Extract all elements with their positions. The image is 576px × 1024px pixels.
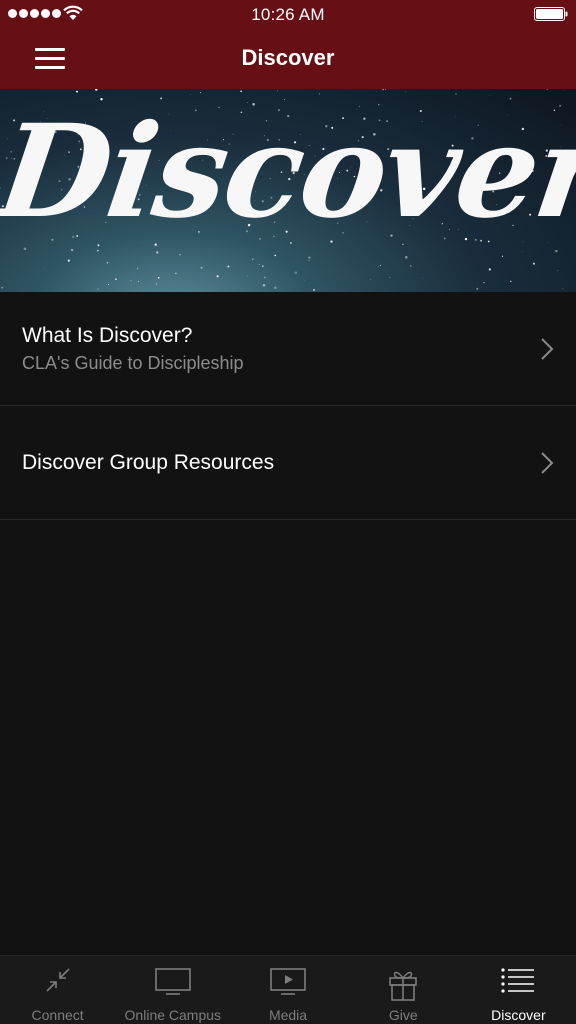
tab-label: Online Campus: [124, 1007, 222, 1023]
gift-icon: [389, 971, 418, 1001]
monitor-icon: [154, 968, 191, 995]
list-item-what-is-discover[interactable]: What Is Discover? CLA's Guide to Discipl…: [0, 292, 576, 406]
list-item-title: Discover Group Resources: [22, 451, 275, 474]
tab-media[interactable]: Media: [230, 956, 345, 1024]
list-item-discover-group-resources[interactable]: Discover Group Resources: [0, 406, 576, 520]
tab-bar: Connect Online Campus Media Give Discove…: [0, 955, 576, 1024]
tab-online-campus[interactable]: Online Campus: [115, 956, 230, 1024]
tab-label: Media: [268, 1007, 308, 1023]
list-item-subtitle: CLA's Guide to Discipleship: [22, 353, 244, 373]
status-bar: 10:26 AM: [0, 0, 576, 30]
chevron-right-icon: [541, 452, 554, 474]
list-icon: [501, 968, 535, 993]
tab-discover[interactable]: Discover: [461, 956, 576, 1024]
tab-label: Give: [388, 1007, 418, 1023]
play-screen-icon: [270, 968, 306, 995]
nav-bar: Discover: [0, 30, 576, 89]
tab-give[interactable]: Give: [346, 956, 461, 1024]
hero-banner: Discover: [0, 89, 576, 292]
tab-connect[interactable]: Connect: [0, 956, 115, 1024]
page-title: Discover: [241, 45, 335, 70]
list-item-title: What Is Discover?: [22, 324, 193, 347]
status-time: 10:26 AM: [251, 5, 325, 24]
chevron-right-icon: [541, 338, 554, 360]
battery-icon: [534, 7, 568, 21]
hero-title: Discover: [0, 97, 576, 247]
discover-list: What Is Discover? CLA's Guide to Discipl…: [0, 292, 576, 520]
tab-label: Connect: [31, 1007, 84, 1023]
tab-label: Discover: [491, 1007, 546, 1023]
connect-arrows-icon: [46, 968, 70, 992]
top-bar: 10:26 AM Discover: [0, 0, 576, 89]
